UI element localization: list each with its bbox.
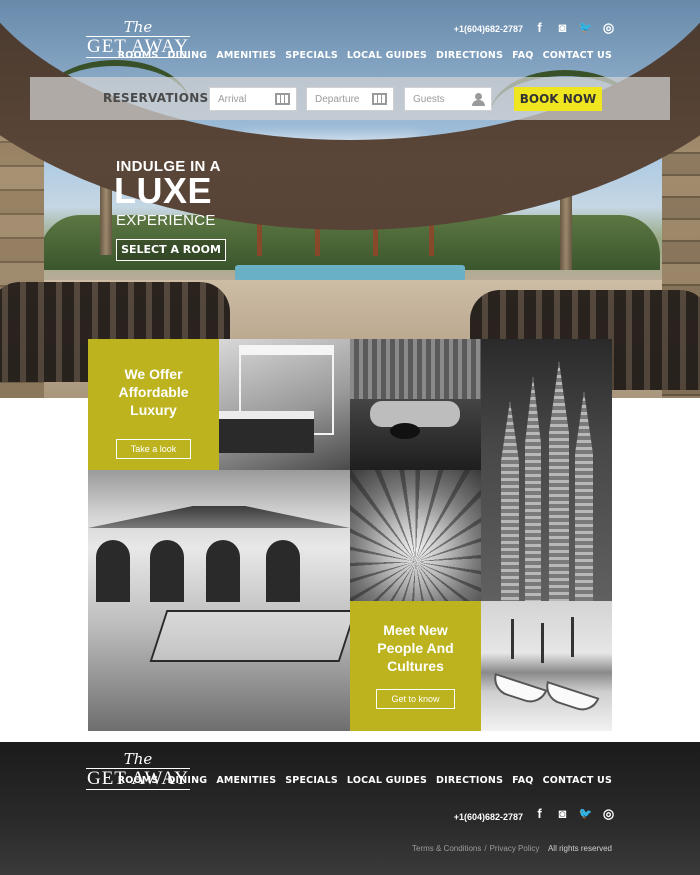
calendar-icon[interactable] — [372, 93, 387, 105]
feature-grid: We Offer Affordable Luxury Take a look M… — [88, 339, 612, 731]
nav-amenities[interactable]: AMENITIES — [216, 50, 276, 61]
get-to-know-button[interactable]: Get to know — [376, 689, 455, 709]
footer-nav-contact-us[interactable]: CONTACT US — [543, 775, 612, 786]
site-footer: The GET AWAY ROOMS DINING AMENITIES SPEC… — [0, 742, 700, 875]
nav-rooms[interactable]: ROOMS — [118, 50, 159, 61]
legal-separator: / — [484, 844, 487, 853]
select-room-button[interactable]: SELECT A ROOM — [116, 239, 226, 261]
promo-affordable-luxury: We Offer Affordable Luxury Take a look — [88, 339, 219, 470]
harbor-photo[interactable] — [481, 601, 612, 731]
hero-tagline-main: LUXE — [114, 170, 213, 211]
reservations-label: RESERVATIONS — [103, 91, 209, 105]
footer-nav: ROOMS DINING AMENITIES SPECIALS LOCAL GU… — [118, 775, 612, 786]
instagram-icon[interactable]: ◙ — [555, 20, 570, 35]
footer-phone[interactable]: +1(604)682-2787 — [454, 812, 523, 822]
glass-dome-photo[interactable] — [350, 470, 481, 601]
user-icon — [472, 92, 485, 106]
main-nav: ROOMS DINING AMENITIES SPECIALS LOCAL GU… — [118, 50, 612, 61]
privacy-link[interactable]: Privacy Policy — [490, 844, 540, 853]
reservation-bar: RESERVATIONS Arrival Departure Guests BO… — [30, 77, 670, 120]
promo-title: We Offer Affordable Luxury — [118, 366, 189, 418]
copyright-text: All rights reserved — [547, 844, 612, 853]
promo-title: Meet New People And Cultures — [377, 622, 454, 674]
courtyard-photo[interactable] — [88, 470, 350, 731]
facebook-icon[interactable]: f — [532, 20, 547, 35]
tripadvisor-icon[interactable]: ◎ — [601, 20, 616, 35]
promo-meet-people: Meet New People And Cultures Get to know — [350, 601, 481, 731]
footer-nav-rooms[interactable]: ROOMS — [118, 775, 159, 786]
arrival-placeholder: Arrival — [218, 93, 247, 105]
bedroom-photo[interactable] — [219, 339, 350, 470]
take-a-look-button[interactable]: Take a look — [115, 439, 192, 459]
departure-date-field[interactable]: Departure — [306, 87, 394, 111]
nav-local-guides[interactable]: LOCAL GUIDES — [347, 50, 427, 61]
footer-nav-directions[interactable]: DIRECTIONS — [436, 775, 503, 786]
logo-the: The — [123, 750, 153, 768]
logo-the: The — [123, 18, 153, 36]
calendar-icon[interactable] — [275, 93, 290, 105]
header-social-links: f ◙ 🐦 ◎ — [532, 20, 616, 36]
hero-tagline-bottom: EXPERIENCE — [116, 212, 216, 229]
instagram-icon[interactable]: ◙ — [555, 806, 570, 821]
terms-link[interactable]: Terms & Conditions — [412, 844, 481, 853]
departure-placeholder: Departure — [315, 93, 360, 105]
nav-directions[interactable]: DIRECTIONS — [436, 50, 503, 61]
footer-nav-specials[interactable]: SPECIALS — [285, 775, 338, 786]
footer-social-links: f ◙ 🐦 ◎ — [532, 806, 616, 822]
lounge-photo[interactable] — [350, 339, 481, 470]
footer-nav-faq[interactable]: FAQ — [512, 775, 533, 786]
nav-specials[interactable]: SPECIALS — [285, 50, 338, 61]
book-now-button[interactable]: BOOK NOW — [514, 87, 602, 111]
guests-field[interactable]: Guests — [404, 87, 492, 111]
footer-nav-amenities[interactable]: AMENITIES — [216, 775, 276, 786]
arrival-date-field[interactable]: Arrival — [209, 87, 297, 111]
guests-placeholder: Guests — [413, 93, 445, 105]
footer-nav-dining[interactable]: DINING — [167, 775, 207, 786]
cathedral-photo[interactable] — [481, 339, 612, 601]
twitter-icon[interactable]: 🐦 — [578, 20, 593, 35]
facebook-icon[interactable]: f — [532, 806, 547, 821]
nav-faq[interactable]: FAQ — [512, 50, 533, 61]
nav-contact-us[interactable]: CONTACT US — [543, 50, 612, 61]
twitter-icon[interactable]: 🐦 — [578, 806, 593, 821]
legal-links: Terms & Conditions / Privacy Policy — [412, 844, 539, 853]
header-phone[interactable]: +1(604)682-2787 — [454, 24, 523, 34]
nav-dining[interactable]: DINING — [167, 50, 207, 61]
footer-nav-local-guides[interactable]: LOCAL GUIDES — [347, 775, 427, 786]
footer-logo[interactable]: The GET AWAY — [86, 752, 190, 794]
tripadvisor-icon[interactable]: ◎ — [601, 806, 616, 821]
